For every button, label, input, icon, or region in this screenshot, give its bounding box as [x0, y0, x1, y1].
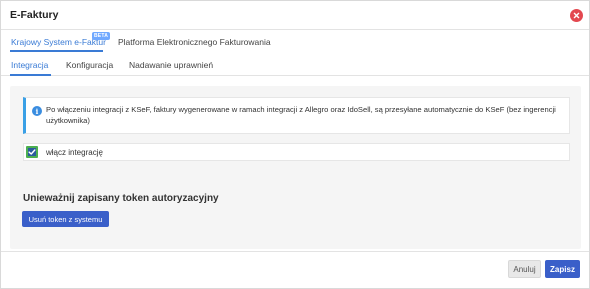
close-icon[interactable] — [570, 9, 583, 22]
e-faktury-modal: E-Faktury Krajowy System e-Faktur BETA P… — [0, 0, 590, 289]
active-subtab-indicator — [10, 74, 51, 76]
tab-krajowy-system-e-faktur[interactable]: Krajowy System e-Faktur BETA — [11, 32, 111, 47]
modal-title: E-Faktury — [10, 9, 59, 21]
info-alert: i Po włączeniu integracji z KSeF, faktur… — [23, 97, 570, 134]
save-button[interactable]: Zapisz — [545, 260, 580, 278]
integration-toggle-row: włącz integrację — [23, 143, 570, 161]
top-tabs: Krajowy System e-Faktur BETA Platforma E… — [1, 30, 589, 51]
remove-token-button[interactable]: Usuń token z systemu — [22, 211, 109, 227]
sub-tabs: Integracja Konfiguracja Nadawanie uprawn… — [1, 52, 589, 76]
tab-label: Platforma Elektronicznego Fakturowania — [118, 37, 271, 47]
token-section-title: Unieważnij zapisany token autoryzacyjny — [23, 193, 219, 204]
modal-header: E-Faktury — [1, 1, 589, 30]
integration-checkbox[interactable] — [26, 146, 38, 158]
tab-nadawanie-uprawnien[interactable]: Nadawanie uprawnień — [129, 60, 213, 70]
beta-badge: BETA — [92, 32, 111, 40]
tab-platforma-elektronicznego-fakturowania[interactable]: Platforma Elektronicznego Fakturowania — [118, 37, 271, 47]
cancel-button[interactable]: Anuluj — [508, 260, 541, 278]
tab-konfiguracja[interactable]: Konfiguracja — [66, 60, 113, 70]
tab-integracja[interactable]: Integracja — [11, 60, 48, 70]
integration-checkbox-label[interactable]: włącz integrację — [46, 148, 103, 157]
info-text: Po włączeniu integracji z KSeF, faktury … — [46, 105, 556, 125]
info-icon: i — [32, 106, 42, 116]
modal-footer: Anuluj Zapisz — [1, 251, 589, 288]
integration-panel: i Po włączeniu integracji z KSeF, faktur… — [10, 86, 581, 249]
